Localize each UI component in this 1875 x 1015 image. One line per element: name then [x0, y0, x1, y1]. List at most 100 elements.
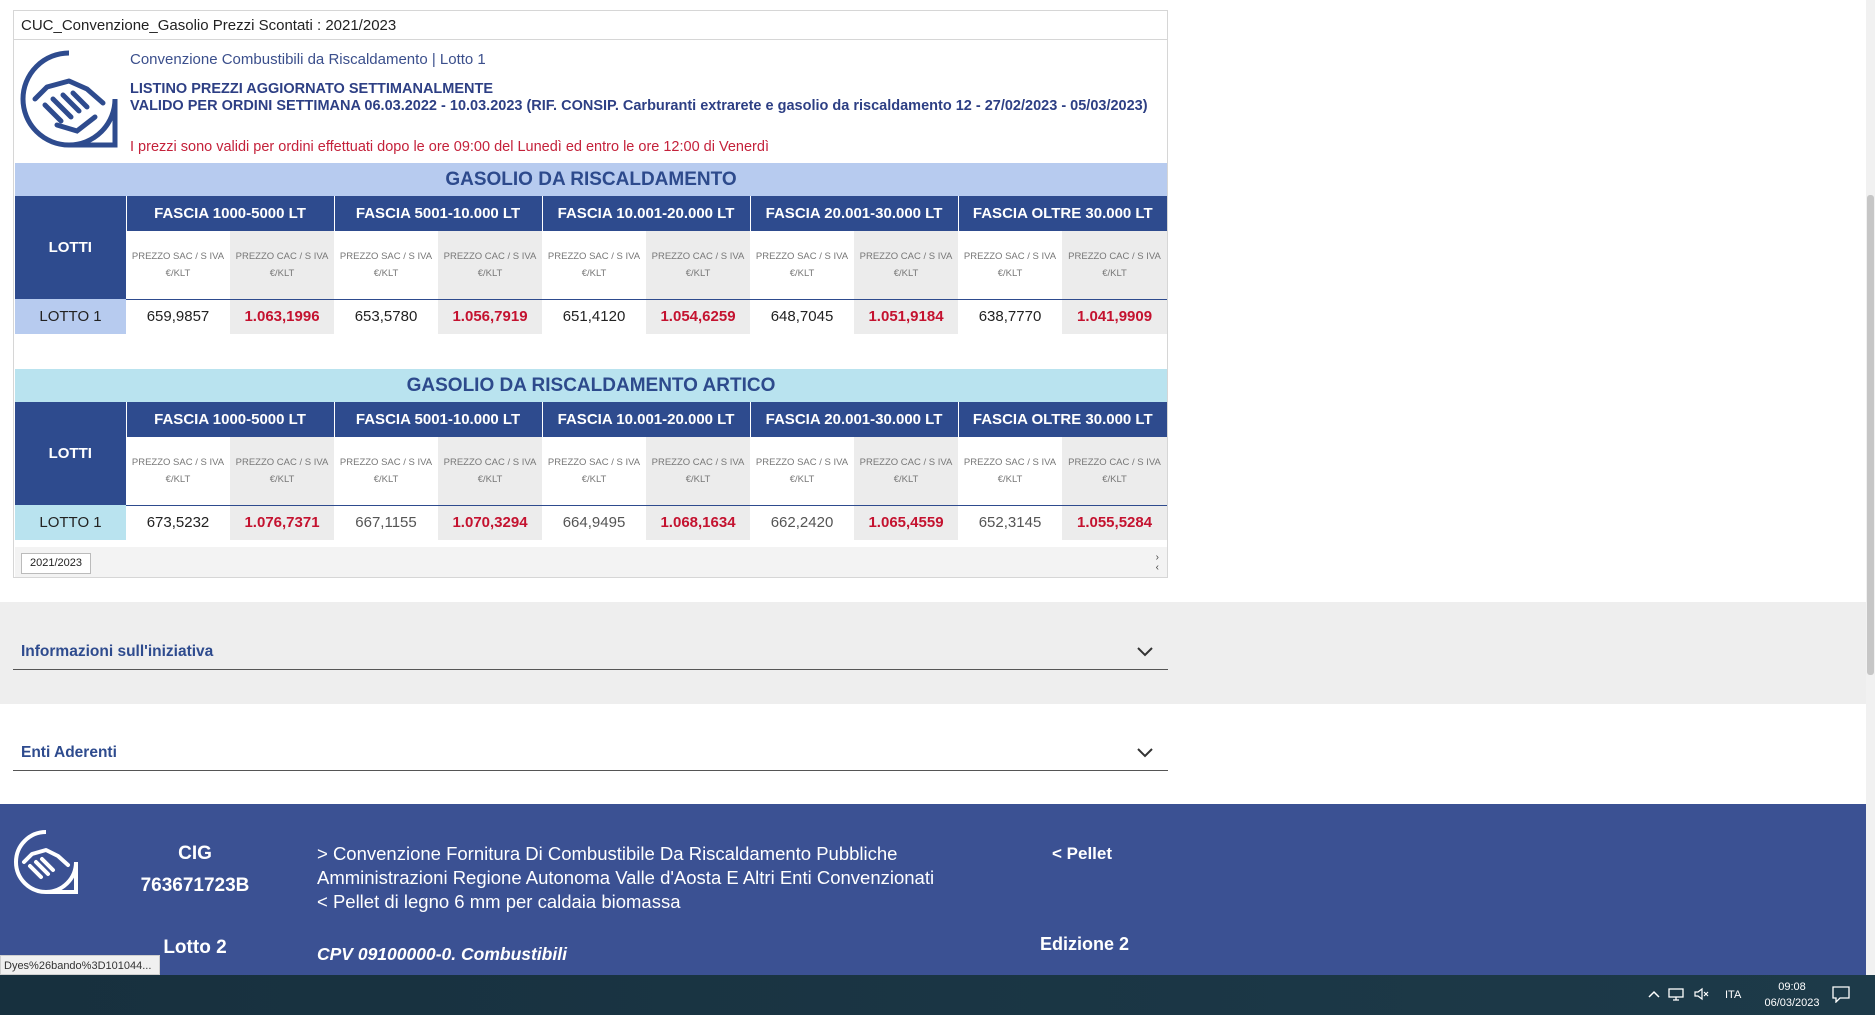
chevron-down-icon[interactable] — [1136, 644, 1154, 658]
fascia-header: FASCIA 20.001-30.000 LT — [749, 196, 959, 231]
lotti-header: LOTTI — [15, 196, 126, 299]
pellet-link[interactable]: < Pellet — [1052, 844, 1112, 864]
page-footer: CIG 763671723B Lotto 2 > Convenzione For… — [0, 804, 1866, 975]
input-language[interactable]: ITA — [1725, 989, 1741, 1001]
cac-price: 1.056,7919 — [438, 299, 543, 334]
cig-label: CIG — [178, 843, 212, 864]
sac-price-header: PREZZO SAC / S IVA €/KLT — [542, 437, 647, 506]
scroll-left-icon[interactable]: ‹ — [1156, 563, 1159, 573]
price-report: CUC_Convenzione_Gasolio Prezzi Scontati … — [13, 10, 1168, 578]
heading-line-1: LISTINO PREZZI AGGIORNATO SETTIMANALMENT… — [130, 81, 494, 97]
cig-block: CIG 763671723B — [120, 842, 270, 898]
accordion-label: Enti Aderenti — [21, 744, 117, 761]
cac-price: 1.041,9909 — [1062, 299, 1168, 334]
convention-next-link-cont[interactable]: Amministrazioni Regione Autonoma Valle d… — [317, 866, 957, 890]
speaker-muted-icon[interactable] — [1694, 987, 1710, 1001]
page-tab-2021-2023[interactable]: 2021/2023 — [21, 553, 91, 574]
tab-scroll-arrows: › ‹ — [1156, 553, 1159, 573]
clock-time: 09:08 — [1778, 981, 1806, 993]
network-icon[interactable] — [1668, 987, 1684, 1001]
cac-price: 1.070,3294 — [438, 505, 543, 540]
fascia-header: FASCIA 1000-5000 LT — [125, 402, 335, 437]
accordion-label: Informazioni sull'iniziativa — [21, 643, 214, 660]
sac-price: 638,7770 — [978, 308, 1042, 326]
cac-price: 1.054,6259 — [646, 299, 751, 334]
fascia-header: FASCIA 20.001-30.000 LT — [749, 402, 959, 437]
fascia-header: FASCIA OLTRE 30.000 LT — [957, 196, 1168, 231]
cac-price: 1.068,1634 — [646, 505, 751, 540]
sac-price: 652,3145 — [978, 514, 1042, 532]
sac-price-header: PREZZO SAC / S IVA €/KLT — [750, 231, 855, 300]
report-title: CUC_Convenzione_Gasolio Prezzi Scontati … — [14, 11, 1167, 40]
sac-price-header: PREZZO SAC / S IVA €/KLT — [126, 437, 230, 506]
notification-icon[interactable] — [1832, 986, 1850, 1003]
price-table-gasolio: LOTTI FASCIA 1000-5000 LT FASCIA 5001-10… — [15, 196, 1168, 334]
cac-price: 1.055,5284 — [1062, 505, 1168, 540]
cig-value: 763671723B — [140, 875, 250, 896]
scrollbar-thumb[interactable] — [1867, 195, 1874, 675]
handshake-logo-icon — [14, 830, 78, 894]
chevron-down-icon[interactable] — [1136, 745, 1154, 759]
cac-price-header: PREZZO CAC / S IVA €/KLT — [646, 437, 751, 506]
sac-price-header: PREZZO SAC / S IVA €/KLT — [958, 231, 1063, 300]
section-title-gasolio-artico: GASOLIO DA RISCALDAMENTO ARTICO — [15, 369, 1167, 402]
convention-prev-link[interactable]: < Pellet di legno 6 mm per caldaia bioma… — [317, 890, 957, 914]
handshake-logo-icon — [20, 50, 118, 148]
lotto-label: LOTTO 1 — [15, 299, 126, 334]
report-header: Convenzione Combustibili da Riscaldament… — [15, 41, 1167, 163]
taskbar-clock[interactable]: 09:08 06/03/2023 — [1752, 979, 1832, 1011]
fascia-header: FASCIA 5001-10.000 LT — [333, 196, 543, 231]
cac-price-header: PREZZO CAC / S IVA €/KLT — [230, 437, 335, 506]
sac-price: 659,9857 — [146, 308, 210, 326]
cac-price-header: PREZZO CAC / S IVA €/KLT — [854, 231, 959, 300]
clock-date: 06/03/2023 — [1764, 997, 1820, 1009]
accordion-enti-aderenti[interactable]: Enti Aderenti — [13, 735, 1168, 771]
cac-price-header: PREZZO CAC / S IVA €/KLT — [438, 231, 543, 300]
convention-next-link[interactable]: > Convenzione Fornitura Di Combustibile … — [317, 842, 957, 866]
table-row: LOTTO 1 659,9857 1.063,1996 653,5780 1.0… — [15, 299, 1168, 334]
page: CUC_Convenzione_Gasolio Prezzi Scontati … — [0, 0, 1875, 1015]
cac-price: 1.076,7371 — [230, 505, 335, 540]
cac-price: 1.065,4559 — [854, 505, 959, 540]
taskbar: ITA 09:08 06/03/2023 — [0, 975, 1875, 1015]
fascia-header: FASCIA 5001-10.000 LT — [333, 402, 543, 437]
convention-links: > Convenzione Fornitura Di Combustibile … — [317, 842, 957, 914]
report-subtitle: Convenzione Combustibili da Riscaldament… — [130, 51, 486, 68]
validity-note: I prezzi sono validi per ordini effettua… — [130, 139, 769, 155]
report-heading: LISTINO PREZZI AGGIORNATO SETTIMANALMENT… — [130, 81, 1148, 115]
fascia-header: FASCIA 10.001-20.000 LT — [541, 196, 751, 231]
section-title-gasolio: GASOLIO DA RISCALDAMENTO — [15, 163, 1167, 196]
chevron-up-icon[interactable] — [1648, 989, 1660, 999]
cpv-label: CPV 09100000-0. Combustibili — [317, 944, 567, 964]
cac-price-header: PREZZO CAC / S IVA €/KLT — [230, 231, 335, 300]
sac-price-header: PREZZO SAC / S IVA €/KLT — [126, 231, 230, 300]
report-page-tabs: 2021/2023 › ‹ — [15, 547, 1167, 577]
cac-price-header: PREZZO CAC / S IVA €/KLT — [646, 231, 751, 300]
sac-price: 653,5780 — [354, 308, 418, 326]
status-url: Dyes%26bando%3D101044... — [0, 955, 161, 975]
sac-price: 667,1155 — [355, 514, 417, 532]
edition-label: Edizione 2 — [1040, 934, 1130, 954]
cac-price-header: PREZZO CAC / S IVA €/KLT — [1062, 437, 1168, 506]
sac-price: 662,2420 — [770, 514, 834, 532]
fascia-header: FASCIA 10.001-20.000 LT — [541, 402, 751, 437]
cac-price-header: PREZZO CAC / S IVA €/KLT — [438, 437, 543, 506]
table-row: LOTTO 1 673,5232 1.076,7371 667,1155 1.0… — [15, 505, 1168, 540]
price-table-gasolio-artico: LOTTI FASCIA 1000-5000 LT FASCIA 5001-10… — [15, 402, 1168, 540]
fascia-header: FASCIA 1000-5000 LT — [125, 196, 335, 231]
sac-price: 664,9495 — [562, 514, 626, 532]
cac-price-header: PREZZO CAC / S IVA €/KLT — [854, 437, 959, 506]
heading-line-2: VALIDO PER ORDINI SETTIMANA 06.03.2022 -… — [130, 98, 1148, 114]
accordion-informazioni[interactable]: Informazioni sull'iniziativa — [13, 634, 1168, 670]
sac-price: 648,7045 — [770, 308, 834, 326]
sac-price-header: PREZZO SAC / S IVA €/KLT — [750, 437, 855, 506]
sac-price-header: PREZZO SAC / S IVA €/KLT — [958, 437, 1063, 506]
cac-price: 1.063,1996 — [230, 299, 335, 334]
report-body: Convenzione Combustibili da Riscaldament… — [15, 41, 1168, 540]
lotto-label: LOTTO 1 — [15, 505, 126, 540]
lotti-header: LOTTI — [15, 402, 126, 505]
cac-price-header: PREZZO CAC / S IVA €/KLT — [1062, 231, 1168, 300]
sac-price-header: PREZZO SAC / S IVA €/KLT — [334, 231, 439, 300]
sac-price: 651,4120 — [562, 308, 626, 326]
